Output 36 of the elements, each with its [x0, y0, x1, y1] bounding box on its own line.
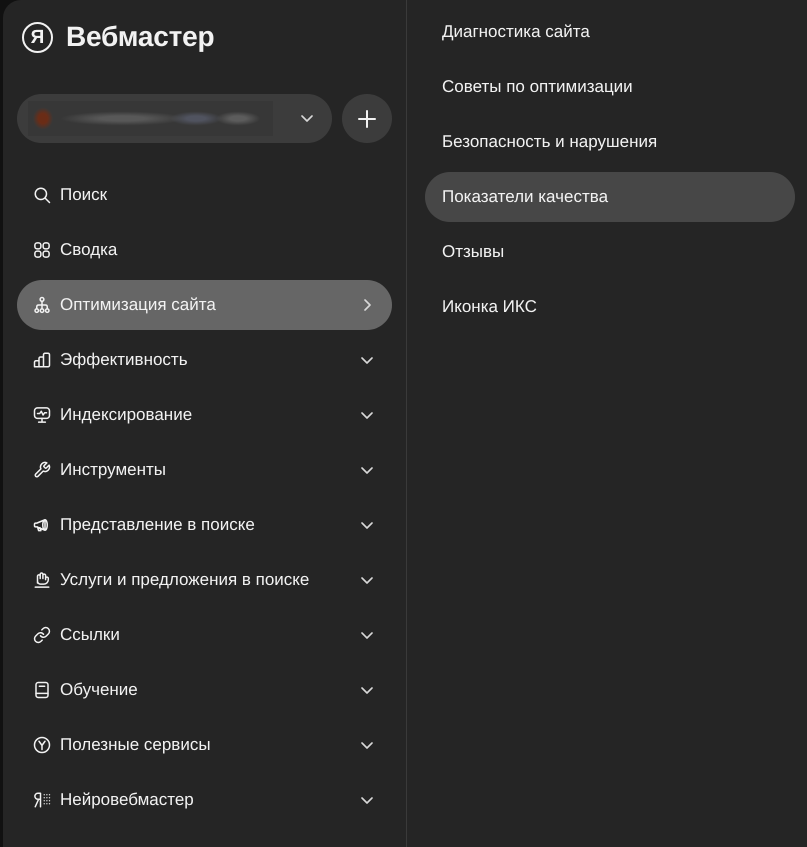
logo-mark: Я [22, 22, 53, 52]
bar-chart-icon [33, 351, 51, 369]
sidebar-item[interactable]: Сводка [17, 225, 392, 275]
sidebar-item[interactable]: Ссылки [17, 610, 392, 660]
hand-icon [33, 571, 51, 589]
submenu-item[interactable]: Иконка ИКС [425, 282, 795, 332]
sidebar-item[interactable]: Поиск [17, 170, 392, 220]
plus-icon [358, 110, 376, 128]
sidebar-item[interactable]: Индексирование [17, 390, 392, 440]
chevron-down-icon [301, 115, 313, 122]
submenu-item[interactable]: Диагностика сайта [425, 7, 795, 57]
search-icon [33, 186, 51, 204]
sidebar-item[interactable]: Обучение [17, 665, 392, 715]
sidebar-item[interactable]: Эффективность [17, 335, 392, 385]
link-icon [33, 626, 51, 644]
sidebar-item[interactable]: Инструменты [17, 445, 392, 495]
submenu-item[interactable]: Отзывы [425, 227, 795, 277]
submenu-item[interactable]: Советы по оптимизации [425, 62, 795, 112]
sidebar-item[interactable]: Представление в поиске [17, 500, 392, 550]
grid-icon [33, 241, 51, 259]
book-icon [33, 681, 51, 699]
sidebar-item[interactable]: Нейровебмастер [17, 775, 392, 825]
chevron-right-icon [364, 299, 371, 311]
loop-dots-icon [33, 791, 51, 809]
sidebar-item[interactable]: Оптимизация сайта [17, 280, 392, 330]
wrench-icon [33, 461, 51, 479]
hierarchy-icon [33, 296, 51, 314]
sidebar-item[interactable]: Полезные сервисы [17, 720, 392, 770]
megaphone-icon [33, 516, 51, 534]
submenu-item[interactable]: Безопасность и нарушения [425, 117, 795, 167]
monitor-pulse-icon [33, 406, 51, 424]
logo-text: Вебмастер [66, 21, 214, 53]
add-site-button[interactable] [342, 94, 392, 143]
sidebar-item[interactable]: Услуги и предложения в поиске [17, 555, 392, 605]
y-circle-icon [33, 736, 51, 754]
submenu-item[interactable]: Показатели качества [425, 172, 795, 222]
